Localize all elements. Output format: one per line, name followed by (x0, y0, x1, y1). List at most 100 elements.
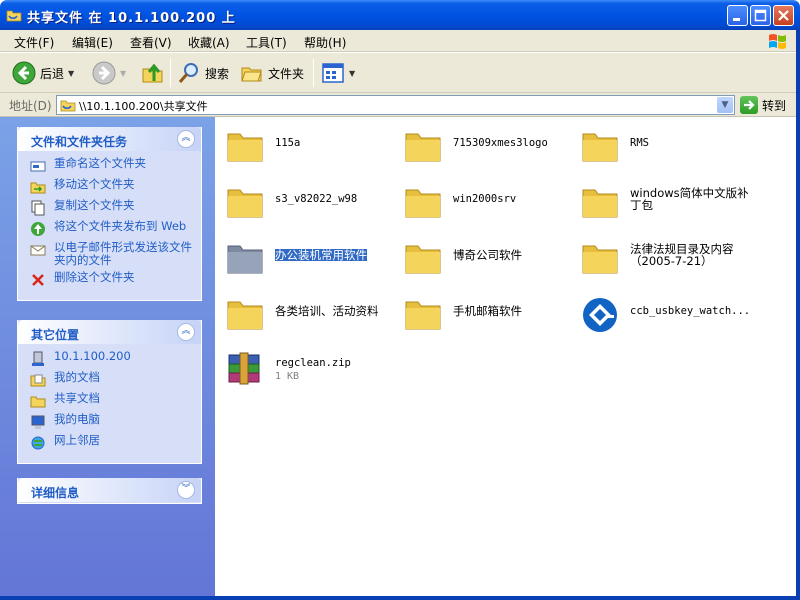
address-bar: 地址(D) \\10.1.100.200\共享文件 ▼ 转到 (0, 93, 800, 117)
file-item-zip[interactable]: regclean.zip 1 KB (219, 341, 394, 391)
file-tasks-panel: 文件和文件夹任务 ︽ 重命名这个文件夹 移动这个文件夹 复制这个文件夹 将这个文… (17, 127, 202, 301)
file-item-folder[interactable]: s3_v82022_w98 (219, 173, 394, 223)
task-label: 移动这个文件夹 (54, 177, 135, 191)
minimize-icon (733, 18, 740, 21)
up-folder-button[interactable] (141, 59, 165, 87)
expand-icon[interactable]: ︾ (177, 481, 195, 499)
details-title: 详细信息 (31, 486, 80, 500)
close-button[interactable] (773, 5, 794, 26)
menu-help[interactable]: 帮助(H) (304, 34, 346, 51)
task-label: 复制这个文件夹 (54, 198, 135, 212)
move-icon (30, 182, 46, 194)
toolbar-separator (170, 59, 171, 87)
back-arrow-icon (12, 61, 36, 85)
task-publish-web[interactable]: 将这个文件夹发布到 Web (30, 220, 201, 237)
file-item-folder[interactable]: 博奇公司软件 (397, 229, 572, 279)
forward-button[interactable]: ▼ (92, 59, 126, 87)
task-pane: 文件和文件夹任务 ︽ 重命名这个文件夹 移动这个文件夹 复制这个文件夹 将这个文… (0, 117, 215, 600)
views-dropdown-icon[interactable]: ▼ (349, 69, 355, 78)
address-input[interactable]: \\10.1.100.200\共享文件 ▼ (56, 95, 735, 115)
go-button[interactable]: 转到 (740, 95, 786, 115)
file-name: RMS (630, 137, 649, 149)
back-button[interactable]: 后退 ▼ (12, 59, 74, 87)
folder-icon (405, 133, 441, 162)
menu-edit[interactable]: 编辑(E) (72, 34, 113, 51)
menu-favorites[interactable]: 收藏(A) (188, 34, 230, 51)
search-label: 搜索 (205, 66, 230, 81)
network-places-icon (31, 436, 45, 450)
task-rename[interactable]: 重命名这个文件夹 (30, 157, 201, 174)
folder-icon (227, 245, 263, 274)
copy-icon (31, 200, 45, 216)
toolbar: 后退 ▼ ▼ 搜索 文件夹 ▼ (0, 53, 800, 93)
file-list: 115a 715309xmes3logo RMS s3_v82022_w98 w… (215, 117, 797, 597)
collapse-icon[interactable]: ︽ (177, 130, 195, 148)
folder-icon (405, 245, 441, 274)
file-name: 手机邮箱软件 (453, 304, 522, 318)
delete-icon (32, 274, 44, 286)
address-dropdown-icon[interactable]: ▼ (717, 97, 733, 113)
place-my-computer[interactable]: 我的电脑 (30, 413, 201, 430)
ccb-bank-logo-icon (583, 298, 617, 332)
views-icon (322, 63, 344, 83)
menu-file[interactable]: 文件(F) (14, 34, 54, 51)
file-item-folder[interactable]: RMS (574, 117, 749, 167)
folder-icon (582, 189, 618, 218)
details-panel: 详细信息 ︾ (17, 478, 202, 504)
maximize-button[interactable] (750, 5, 771, 26)
file-item-folder[interactable]: 法律法规目录及内容（2005-7-21） (574, 229, 749, 279)
my-computer-icon (31, 415, 45, 429)
menu-view[interactable]: 查看(V) (130, 34, 172, 51)
task-label: 重命名这个文件夹 (54, 156, 146, 170)
place-label: 网上邻居 (54, 433, 100, 447)
place-network-computer[interactable]: 10.1.100.200 (30, 350, 201, 367)
menu-tools[interactable]: 工具(T) (246, 34, 287, 51)
file-name: 115a (275, 137, 301, 149)
views-button[interactable]: ▼ (321, 59, 355, 87)
back-dropdown-icon[interactable]: ▼ (68, 69, 74, 78)
folder-icon (227, 189, 263, 218)
windows-logo-icon (769, 34, 786, 49)
place-my-documents[interactable]: 我的文档 (30, 371, 201, 388)
task-copy[interactable]: 复制这个文件夹 (30, 199, 201, 216)
folder-icon (227, 133, 263, 162)
place-network-places[interactable]: 网上邻居 (30, 434, 201, 451)
file-item-folder[interactable]: 115a (219, 117, 394, 167)
window-title: 共享文件 在 10.1.100.200 上 (27, 11, 236, 26)
other-places-header[interactable]: 其它位置 ︽ (18, 320, 201, 344)
title-bar[interactable]: 共享文件 在 10.1.100.200 上 (0, 0, 800, 30)
shared-folder-icon (60, 100, 76, 112)
file-item-exe[interactable]: ccb_usbkey_watch... (574, 285, 750, 335)
details-header[interactable]: 详细信息 ︾ (18, 478, 201, 502)
shared-documents-icon (30, 396, 46, 408)
task-label: 将这个文件夹发布到 Web (54, 219, 187, 233)
task-label: 删除这个文件夹 (54, 270, 135, 284)
toolbar-separator (313, 59, 314, 87)
my-documents-icon (30, 374, 46, 387)
go-arrow-icon (740, 96, 758, 114)
folders-button[interactable]: 文件夹 (240, 59, 304, 87)
place-shared-documents[interactable]: 共享文档 (30, 392, 201, 409)
file-item-folder[interactable]: 手机邮箱软件 (397, 285, 572, 335)
collapse-icon[interactable]: ︽ (177, 323, 195, 341)
forward-dropdown-icon[interactable]: ▼ (120, 69, 126, 78)
file-item-folder[interactable]: win2000srv (397, 173, 572, 223)
file-item-folder[interactable]: 各类培训、活动资料 (219, 285, 394, 335)
shared-folder-icon (6, 10, 22, 22)
folder-icon (582, 133, 618, 162)
file-name: regclean.zip (275, 357, 351, 369)
folder-icon (405, 301, 441, 330)
file-name: s3_v82022_w98 (275, 193, 358, 205)
minimize-button[interactable] (727, 5, 748, 26)
file-item-folder[interactable]: windows简体中文版补丁包 (574, 173, 749, 223)
file-tasks-header[interactable]: 文件和文件夹任务 ︽ (18, 127, 201, 151)
winrar-archive-icon (228, 352, 260, 385)
search-button[interactable]: 搜索 (177, 59, 229, 87)
file-item-folder[interactable]: 715309xmes3logo (397, 117, 572, 167)
task-move[interactable]: 移动这个文件夹 (30, 178, 201, 195)
file-item-folder-selected[interactable]: 办公装机常用软件 (219, 229, 394, 279)
task-delete[interactable]: 删除这个文件夹 (30, 271, 201, 288)
task-email[interactable]: 以电子邮件形式发送该文件夹内的文件 (30, 241, 201, 267)
menu-bar: 文件(F) 编辑(E) 查看(V) 收藏(A) 工具(T) 帮助(H) (0, 30, 800, 52)
file-size: 1 KB (275, 371, 300, 382)
